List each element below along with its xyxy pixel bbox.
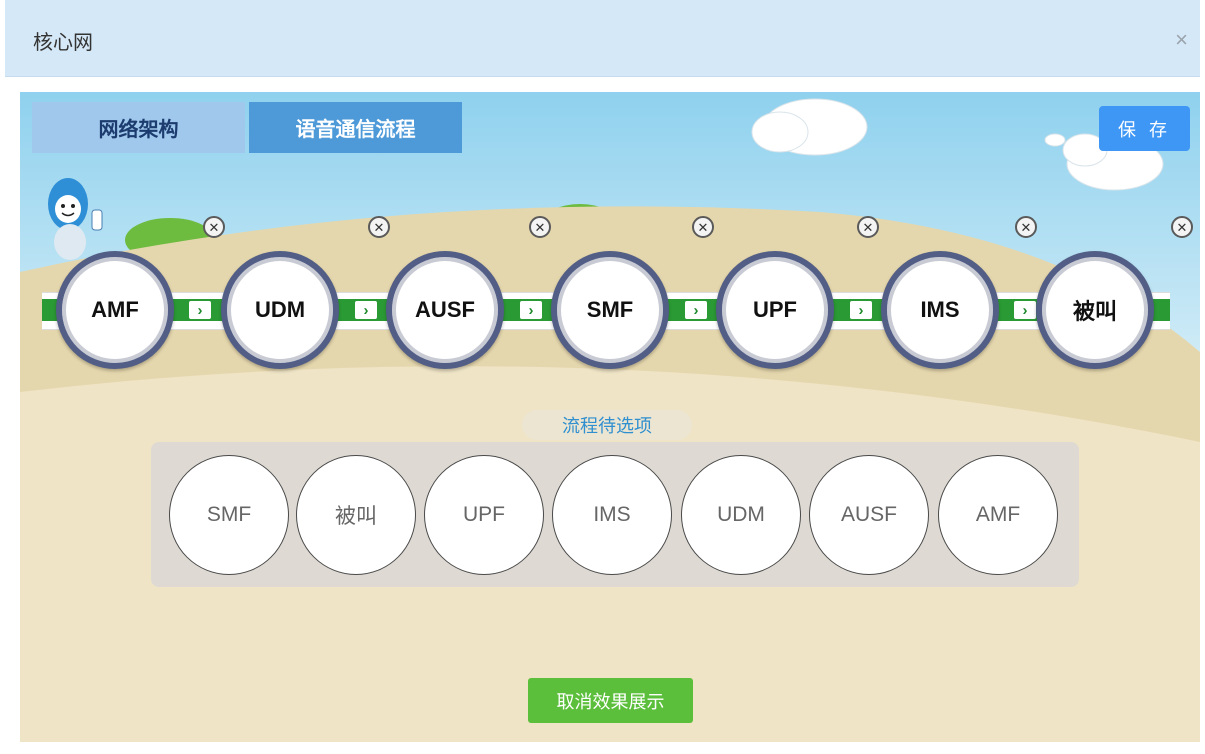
option-item[interactable]: AUSF (809, 455, 929, 575)
options-label: 流程待选项 (522, 410, 692, 440)
flow-node[interactable]: UPF (716, 251, 834, 369)
remove-icon[interactable]: ✕ (857, 216, 879, 238)
chevron-right-icon: › (685, 301, 707, 319)
remove-icon[interactable]: ✕ (1171, 216, 1193, 238)
option-item[interactable]: IMS (552, 455, 672, 575)
remove-icon[interactable]: ✕ (529, 216, 551, 238)
flow-node[interactable]: AMF (56, 251, 174, 369)
dialog-title-bar: 核心网 × (5, 0, 1200, 77)
option-item[interactable]: 被叫 (296, 455, 416, 575)
option-item[interactable]: UDM (681, 455, 801, 575)
flow-node[interactable]: IMS (881, 251, 999, 369)
remove-icon[interactable]: ✕ (368, 216, 390, 238)
chevron-right-icon: › (520, 301, 542, 319)
option-item[interactable]: AMF (938, 455, 1058, 575)
flow-node[interactable]: SMF (551, 251, 669, 369)
option-item[interactable]: SMF (169, 455, 289, 575)
chevron-right-icon: › (1014, 301, 1036, 319)
remove-icon[interactable]: ✕ (692, 216, 714, 238)
flow-scene: 网络架构 语音通信流程 保 存 › › › › › › ✕ ✕ ✕ ✕ ✕ ✕ … (20, 92, 1200, 742)
tab-voice-communication-flow[interactable]: 语音通信流程 (249, 102, 462, 153)
chevron-right-icon: › (189, 301, 211, 319)
remove-icon[interactable]: ✕ (203, 216, 225, 238)
close-icon[interactable]: × (1175, 29, 1188, 51)
option-item[interactable]: UPF (424, 455, 544, 575)
chevron-right-icon: › (850, 301, 872, 319)
flow-node[interactable]: UDM (221, 251, 339, 369)
chevron-right-icon: › (355, 301, 377, 319)
dialog-title: 核心网 (33, 32, 93, 54)
tab-network-architecture[interactable]: 网络架构 (32, 102, 245, 153)
flow-node[interactable]: 被叫 (1036, 251, 1154, 369)
remove-icon[interactable]: ✕ (1015, 216, 1037, 238)
flow-node[interactable]: AUSF (386, 251, 504, 369)
save-button[interactable]: 保 存 (1099, 106, 1190, 151)
cancel-effect-button[interactable]: 取消效果展示 (528, 678, 693, 723)
